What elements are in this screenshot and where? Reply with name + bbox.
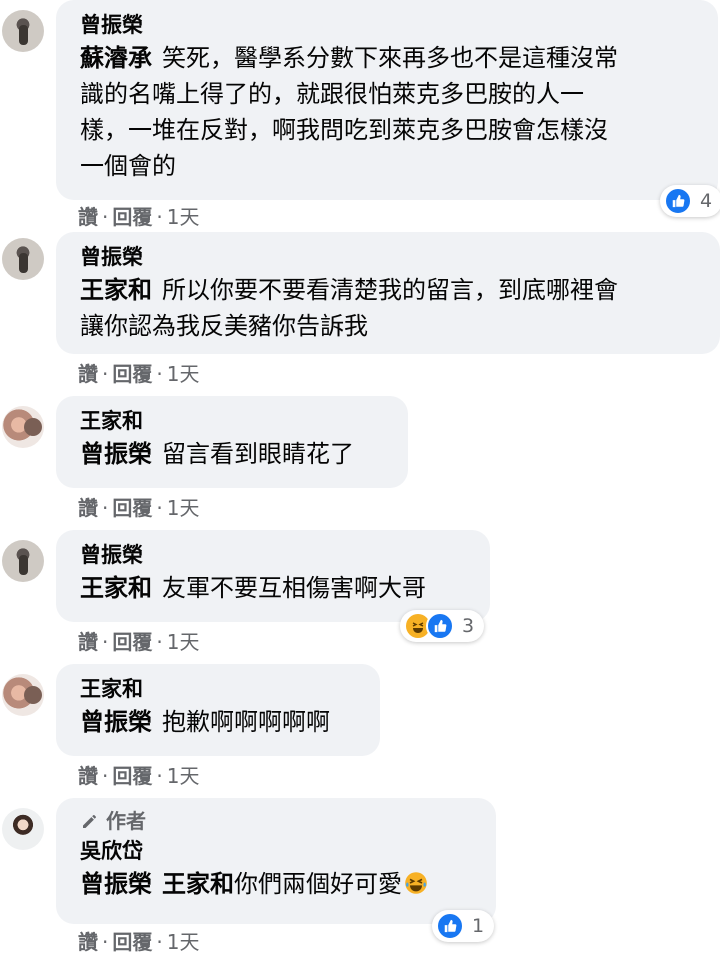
like-button[interactable]: 讚 — [78, 205, 98, 229]
comment-line: 你們兩個好可愛 — [234, 870, 402, 898]
avatar[interactable] — [2, 406, 44, 448]
like-button[interactable]: 讚 — [78, 764, 98, 788]
avatar[interactable] — [2, 10, 44, 52]
reply-button[interactable]: 回覆 — [112, 362, 152, 386]
comment-line: 抱歉啊啊啊啊啊 — [162, 708, 330, 736]
comment-text: 蘇濬承 笑死，醫學系分數下來再多也不是這種沒常 識的名嘴上得了的，就跟很怕萊克多巴… — [80, 40, 698, 184]
comment-author[interactable]: 吳欣岱 — [80, 836, 476, 866]
comment-line: 樣，一堆在反對，啊我問吃到萊克多巴胺會怎樣沒 — [80, 116, 608, 144]
mention-tag[interactable]: 曾振榮 — [80, 870, 152, 898]
reaction-count: 3 — [462, 615, 475, 637]
like-icon — [664, 187, 692, 215]
reply-button[interactable]: 回覆 — [112, 205, 152, 229]
like-icon — [426, 612, 454, 640]
comment-bubble: 作者 吳欣岱 曾振榮 王家和你們兩個好可愛 — [56, 798, 496, 924]
comment-actions: 讚 · 回覆 · 1天 — [78, 764, 200, 788]
comment-line: 讓你認為我反美豬你告訴我 — [80, 312, 368, 340]
timestamp[interactable]: 1天 — [167, 764, 200, 788]
comment-actions: 讚 · 回覆 · 1天 — [78, 630, 200, 654]
comment-author[interactable]: 曾振榮 — [80, 10, 698, 40]
author-badge: 作者 — [80, 806, 476, 836]
timestamp[interactable]: 1天 — [167, 930, 200, 954]
comment-line: 一個會的 — [80, 152, 176, 180]
comment-bubble: 曾振榮 王家和 所以你要不要看清楚我的留言，到底哪裡會 讓你認為我反美豬你告訴我 — [56, 232, 720, 354]
reaction-count: 4 — [700, 190, 713, 212]
reply-button[interactable]: 回覆 — [112, 496, 152, 520]
laughing-emoji-icon — [404, 869, 428, 905]
pencil-icon — [83, 815, 96, 828]
comment-actions: 讚 · 回覆 · 1天 — [78, 205, 200, 229]
mention-tag[interactable]: 王家和 — [80, 574, 152, 602]
reply-button[interactable]: 回覆 — [112, 764, 152, 788]
comment-line: 識的名嘴上得了的，就跟很怕萊克多巴胺的人一 — [80, 80, 584, 108]
reaction-summary[interactable]: 3 — [400, 610, 485, 642]
timestamp[interactable]: 1天 — [167, 205, 200, 229]
comment-bubble: 王家和 曾振榮 留言看到眼睛花了 — [56, 396, 408, 488]
comment-line: 笑死，醫學系分數下來再多也不是這種沒常 — [162, 44, 618, 72]
timestamp[interactable]: 1天 — [167, 496, 200, 520]
comment-author[interactable]: 王家和 — [80, 674, 360, 704]
comment-author[interactable]: 曾振榮 — [80, 540, 470, 570]
avatar[interactable] — [2, 540, 44, 582]
mention-tag[interactable]: 王家和 — [80, 276, 152, 304]
reaction-summary[interactable]: 4 — [660, 185, 720, 217]
comment-text: 王家和 所以你要不要看清楚我的留言，到底哪裡會 讓你認為我反美豬你告訴我 — [80, 272, 700, 344]
comment-actions: 讚 · 回覆 · 1天 — [78, 496, 200, 520]
comment-text: 曾振榮 抱歉啊啊啊啊啊 — [80, 704, 360, 740]
like-button[interactable]: 讚 — [78, 496, 98, 520]
author-badge-label: 作者 — [106, 809, 146, 833]
comment-author[interactable]: 王家和 — [80, 406, 388, 436]
comment-text: 王家和 友軍不要互相傷害啊大哥 — [80, 570, 470, 606]
like-button[interactable]: 讚 — [78, 362, 98, 386]
comment-line: 所以你要不要看清楚我的留言，到底哪裡會 — [162, 276, 618, 304]
like-button[interactable]: 讚 — [78, 630, 98, 654]
comment-actions: 讚 · 回覆 · 1天 — [78, 362, 200, 386]
reply-button[interactable]: 回覆 — [112, 930, 152, 954]
comment-actions: 讚 · 回覆 · 1天 — [78, 930, 200, 954]
comment-line: 留言看到眼睛花了 — [162, 440, 354, 468]
like-button[interactable]: 讚 — [78, 930, 98, 954]
avatar[interactable] — [2, 808, 44, 850]
reaction-count: 1 — [472, 915, 485, 937]
comment-author[interactable]: 曾振榮 — [80, 242, 700, 272]
avatar[interactable] — [2, 674, 44, 716]
mention-tag[interactable]: 曾振榮 — [80, 708, 152, 736]
mention-tag[interactable]: 曾振榮 — [80, 440, 152, 468]
comment-bubble: 曾振榮 蘇濬承 笑死，醫學系分數下來再多也不是這種沒常 識的名嘴上得了的，就跟很怕… — [56, 0, 718, 200]
comment-bubble: 王家和 曾振榮 抱歉啊啊啊啊啊 — [56, 664, 380, 756]
like-icon — [436, 912, 464, 940]
reaction-summary[interactable]: 1 — [432, 910, 495, 942]
mention-tag[interactable]: 王家和 — [162, 870, 234, 898]
mention-tag[interactable]: 蘇濬承 — [80, 44, 152, 72]
comment-text: 曾振榮 王家和你們兩個好可愛 — [80, 866, 476, 905]
avatar[interactable] — [2, 238, 44, 280]
timestamp[interactable]: 1天 — [167, 362, 200, 386]
timestamp[interactable]: 1天 — [167, 630, 200, 654]
comment-bubble: 曾振榮 王家和 友軍不要互相傷害啊大哥 — [56, 530, 490, 622]
reply-button[interactable]: 回覆 — [112, 630, 152, 654]
comment-text: 曾振榮 留言看到眼睛花了 — [80, 436, 388, 472]
comment-line: 友軍不要互相傷害啊大哥 — [162, 574, 426, 602]
